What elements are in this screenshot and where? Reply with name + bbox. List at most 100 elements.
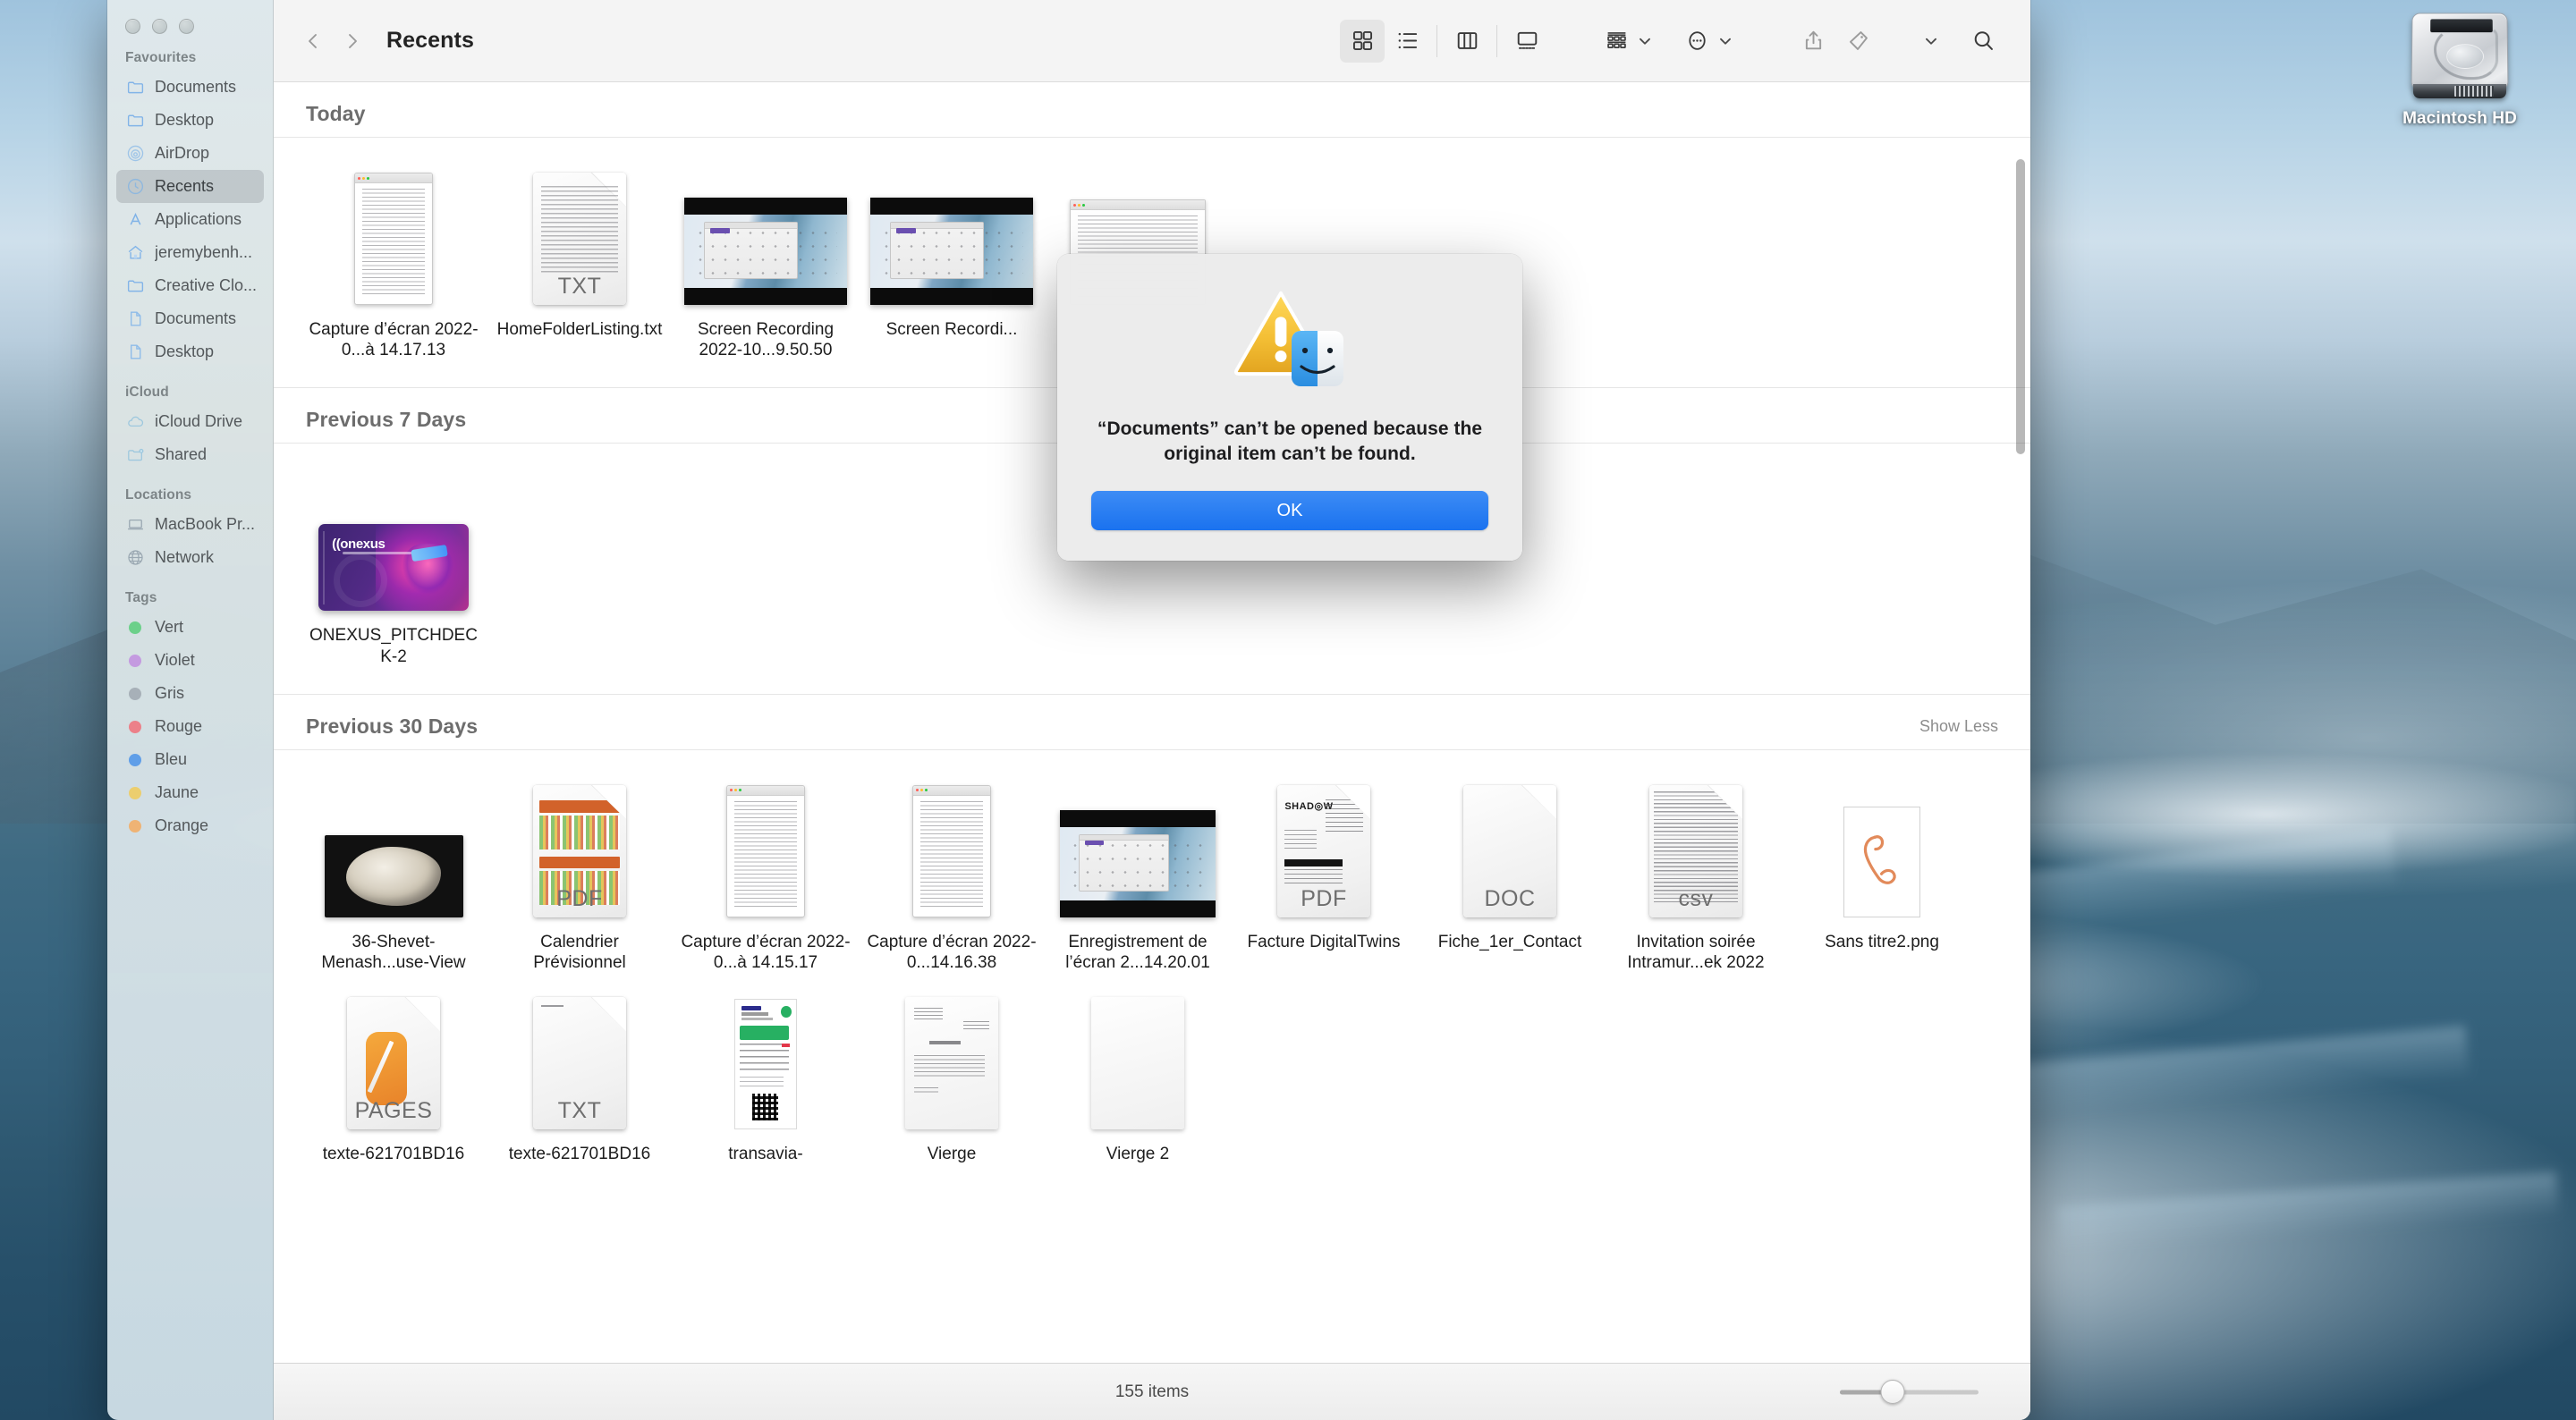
sidebar-item-label: Documents	[155, 78, 237, 96]
forward-button[interactable]	[333, 21, 372, 61]
sidebar-item-desktop-alias[interactable]: Desktop	[116, 335, 264, 368]
list-view-button[interactable]	[1385, 20, 1429, 63]
sidebar-item-label: Violet	[155, 651, 195, 669]
icon-view-button[interactable]	[1340, 19, 1385, 63]
file-thumbnail: csv	[1610, 779, 1782, 917]
action-menu-button[interactable]	[1674, 20, 1719, 63]
file-extension-badge: DOC	[1484, 885, 1536, 911]
desktop-icon-macintosh-hd[interactable]: Macintosh HD	[2352, 7, 2567, 129]
clock-icon	[125, 177, 145, 197]
folder-icon	[125, 78, 145, 97]
sidebar-item-label: Shared	[155, 445, 208, 463]
file-item[interactable]: Screen Recordi...	[859, 161, 1045, 352]
cloud-icon	[125, 412, 145, 432]
group-by-button[interactable]	[1594, 20, 1639, 63]
file-thumbnail: ((onexus	[308, 472, 479, 612]
sidebar-item-label: Orange	[155, 816, 209, 834]
column-view-button[interactable]	[1445, 20, 1489, 63]
more-toolbar-chevron-down-icon[interactable]	[1921, 31, 1941, 51]
sidebar-item-documents[interactable]: Documents	[116, 71, 264, 104]
item-count-label: 155 items	[1114, 1382, 1190, 1401]
file-item[interactable]: Sans titre2.png	[1789, 773, 1975, 965]
toolbar-divider	[1436, 24, 1437, 57]
file-item[interactable]: DOC Fiche_1er_Contact	[1417, 773, 1603, 965]
sidebar-tag-violet[interactable]: Violet	[116, 644, 264, 677]
minimize-button[interactable]	[152, 19, 167, 34]
file-item[interactable]: PAGES texte-621701BD16	[301, 985, 487, 1177]
file-thumbnail: SHAD◎W PDF	[1238, 779, 1410, 917]
sidebar-tag-orange[interactable]: Orange	[116, 809, 264, 842]
sidebar-tag-bleu[interactable]: Bleu	[116, 743, 264, 776]
document-icon	[125, 309, 145, 329]
share-button[interactable]	[1791, 20, 1835, 63]
sidebar-item-label: jeremybenh...	[155, 243, 253, 261]
group-by-chevron-down-icon[interactable]	[1635, 31, 1655, 51]
file-extension-badge: PAGES	[354, 1098, 433, 1124]
sidebar-item-recents[interactable]: Recents	[116, 170, 264, 203]
file-item[interactable]: Capture d’écran 2022-0...à 14.15.17	[673, 773, 859, 985]
file-item[interactable]: Capture d’écran 2022-0...14.16.38	[859, 773, 1045, 985]
sidebar-item-applications[interactable]: Applications	[116, 203, 264, 236]
slider-knob[interactable]	[1880, 1380, 1905, 1404]
sidebar-item-label: Documents	[155, 309, 237, 327]
sidebar-section-icloud: iCloud	[125, 385, 169, 400]
group-title: Previous 30 Days	[306, 714, 479, 738]
file-thumbnail	[1052, 779, 1224, 917]
sidebar-item-airdrop[interactable]: AirDrop	[116, 137, 264, 170]
sidebar-section-tags: Tags	[125, 590, 157, 605]
file-item[interactable]: Enregistrement de l’écran 2...14.20.01	[1045, 773, 1231, 985]
file-name: Facture DigitalTwins	[1247, 932, 1401, 951]
file-item[interactable]: PDF Calendrier Prévisionnel	[487, 773, 673, 985]
action-menu-chevron-down-icon[interactable]	[1716, 31, 1735, 51]
sidebar-item-label: iCloud Drive	[155, 412, 243, 430]
gallery-view-button[interactable]	[1504, 20, 1549, 63]
zoom-button[interactable]	[179, 19, 194, 34]
sidebar-item-label: Jaune	[155, 783, 199, 801]
sidebar-item-creative-cloud[interactable]: Creative Clo...	[116, 269, 264, 302]
file-item[interactable]: Vierge	[859, 985, 1045, 1177]
tag-dot-icon	[125, 684, 145, 704]
file-item[interactable]: csv Invitation soirée Intramur...ek 2022	[1603, 773, 1789, 985]
file-item[interactable]: Capture d’écran 2022-0...à 14.17.13	[301, 161, 487, 373]
close-button[interactable]	[125, 19, 140, 34]
file-item[interactable]: 36-Shevet-Menash...use-View	[301, 773, 487, 985]
sidebar-item-icloud-drive[interactable]: iCloud Drive	[116, 405, 264, 438]
file-extension-badge: PDF	[1301, 885, 1347, 911]
laptop-icon	[125, 515, 145, 535]
sidebar-tag-jaune[interactable]: Jaune	[116, 776, 264, 809]
sidebar-item-documents-alias[interactable]: Documents	[116, 302, 264, 335]
back-button[interactable]	[293, 21, 333, 61]
file-item[interactable]: SHAD◎W PDF Facture DigitalTwins	[1231, 773, 1417, 965]
tags-button[interactable]	[1835, 20, 1880, 63]
file-item[interactable]: TXT texte-621701BD16	[487, 985, 673, 1177]
file-item[interactable]: Screen Recording 2022-10...9.50.50	[673, 161, 859, 373]
sidebar-item-network[interactable]: Network	[116, 541, 264, 574]
file-extension-badge: PDF	[556, 885, 603, 911]
sidebar-tag-gris[interactable]: Gris	[116, 677, 264, 710]
file-item[interactable]: Vierge 2	[1045, 985, 1231, 1177]
file-item[interactable]: ((onexus ONEXUS_PITCHDECK-2	[301, 467, 487, 679]
file-extension-badge: csv	[1678, 885, 1714, 911]
sidebar-item-macbook-pro[interactable]: MacBook Pr...	[116, 508, 264, 541]
file-item[interactable]: TXT HomeFolderListing.txt	[487, 161, 673, 352]
sidebar-tag-rouge[interactable]: Rouge	[116, 710, 264, 743]
file-thumbnail	[308, 166, 479, 305]
sidebar-tag-vert[interactable]: Vert	[116, 611, 264, 644]
sidebar-item-shared[interactable]: Shared	[116, 438, 264, 471]
home-icon	[125, 243, 145, 263]
file-item[interactable]: transavia-	[673, 985, 859, 1177]
file-extension-badge: TXT	[557, 1098, 602, 1124]
group-show-toggle[interactable]: Show Less	[1919, 717, 1998, 736]
file-name: Enregistrement de l’écran 2...14.20.01	[1065, 932, 1210, 972]
vertical-scrollbar[interactable]	[2016, 159, 2025, 1357]
sidebar-item-home[interactable]: jeremybenh...	[116, 236, 264, 269]
group-header-previous-30-days: Previous 30 Days Show Less	[274, 693, 2030, 750]
icon-size-slider[interactable]	[1840, 1380, 1979, 1404]
scrollbar-thumb[interactable]	[2016, 159, 2025, 454]
ok-button[interactable]: OK	[1091, 491, 1488, 531]
search-button[interactable]	[1961, 20, 2005, 63]
sidebar-item-desktop[interactable]: Desktop	[116, 104, 264, 137]
sidebar-item-label: Creative Clo...	[155, 276, 258, 294]
shared-folder-icon	[125, 445, 145, 465]
finder-window: Favourites Documents Desktop AirDrop Rec…	[107, 0, 2030, 1420]
